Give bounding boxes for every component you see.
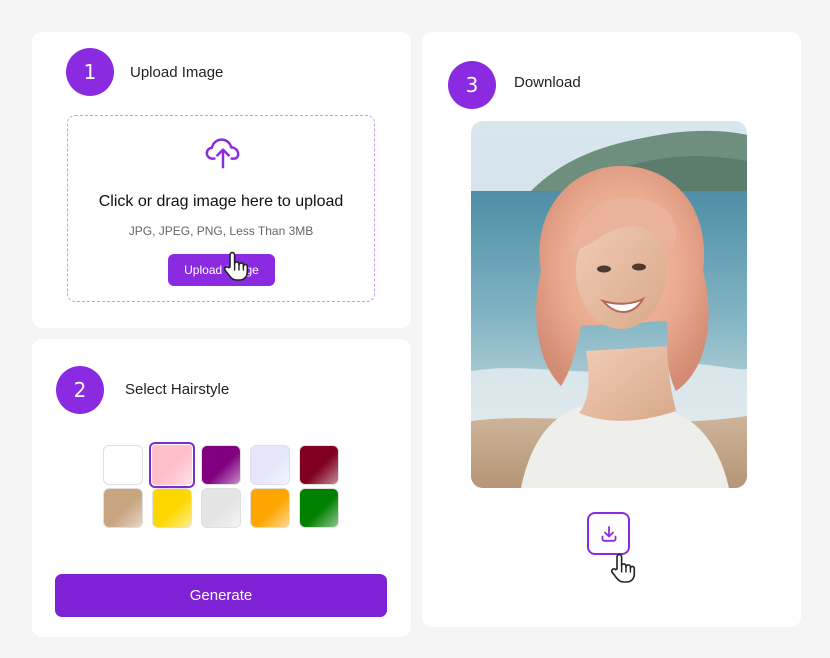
generate-button[interactable]: Generate [55,574,387,617]
hair-color-swatch[interactable] [201,488,241,528]
dropzone-hint: JPG, JPEG, PNG, Less Than 3MB [128,224,314,238]
upload-card: 1 Upload Image Click or drag image here … [32,32,411,328]
step-1-badge: 1 [66,48,114,96]
step-3-badge: 3 [448,61,496,109]
result-photo [471,121,747,488]
hair-color-swatch[interactable] [299,445,339,485]
hair-color-swatch[interactable] [201,445,241,485]
hair-color-swatch[interactable] [250,445,290,485]
step-2-title: Select Hairstyle [125,381,230,398]
download-button[interactable] [587,512,630,555]
dropzone-title: Click or drag image here to upload [98,193,344,210]
hair-color-swatch[interactable] [149,442,195,488]
hairstyle-card: 2 Select Hairstyle Generate [32,339,411,637]
hair-color-swatch[interactable] [152,488,192,528]
hair-color-swatch[interactable] [103,488,143,528]
step-1-title: Upload Image [130,64,224,81]
step-2-badge: 2 [56,366,104,414]
hair-color-swatch[interactable] [103,445,143,485]
hair-color-swatches [103,442,343,528]
cloud-upload-icon [205,138,240,169]
hair-color-swatch[interactable] [250,488,290,528]
hand-pointer-icon [610,553,636,583]
download-icon [601,525,616,542]
download-card: 3 Download [422,32,801,627]
hair-color-swatch[interactable] [299,488,339,528]
step-3-title: Download [514,74,581,91]
hand-pointer-icon [223,251,249,281]
